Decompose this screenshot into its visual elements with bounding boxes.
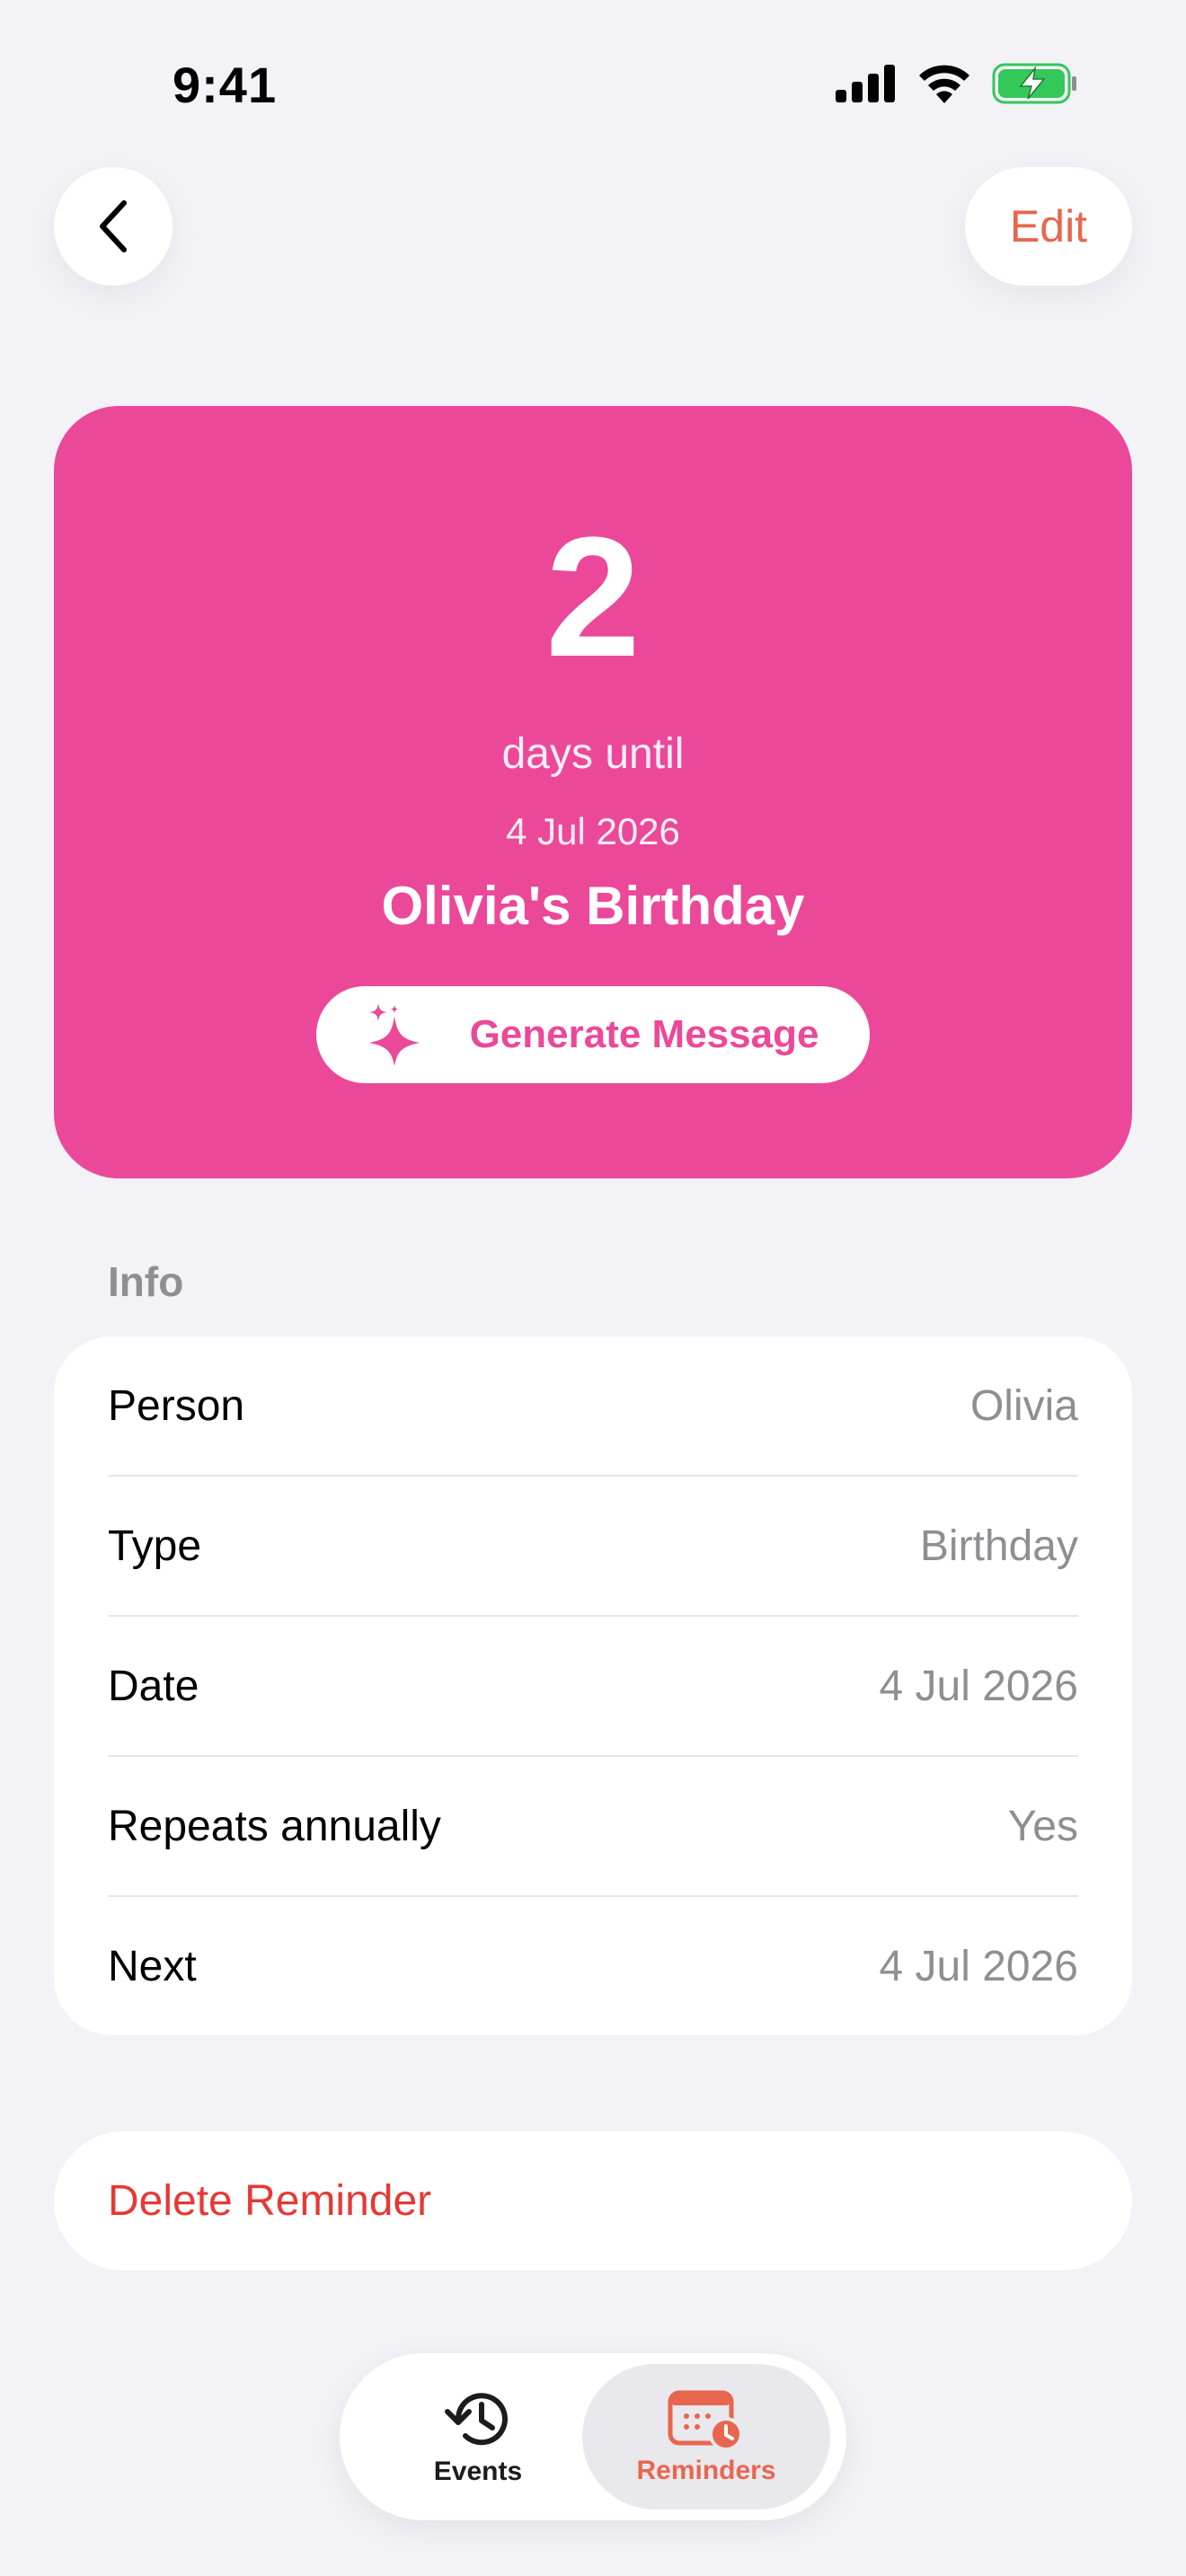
info-value: 4 Jul 2026 <box>879 1943 1078 1990</box>
back-button[interactable] <box>54 167 173 286</box>
tab-events[interactable]: Events <box>354 2364 602 2510</box>
wifi-icon <box>919 65 969 103</box>
info-row-next: Next 4 Jul 2026 <box>108 1897 1078 2036</box>
status-time: 9:41 <box>173 57 278 113</box>
status-bar: 9:41 <box>0 0 1186 171</box>
tab-reminders[interactable]: Reminders <box>582 2364 830 2510</box>
info-card: Person Olivia Type Birthday Date 4 Jul 2… <box>54 1337 1132 2035</box>
delete-reminder-button[interactable]: Delete Reminder <box>54 2131 1132 2271</box>
info-value: 4 Jul 2026 <box>879 1663 1078 1710</box>
info-row-repeats: Repeats annually Yes <box>108 1757 1078 1896</box>
tab-label: Events <box>433 2457 523 2486</box>
calendar-clock-icon <box>668 2390 743 2450</box>
status-icons <box>836 63 1078 104</box>
generate-message-label: Generate Message <box>469 1012 819 1056</box>
info-value: Birthday <box>919 1522 1078 1570</box>
info-label: Next <box>108 1943 197 1990</box>
days-until-label: days until <box>501 730 685 778</box>
generate-message-button[interactable]: Generate Message <box>316 986 870 1083</box>
history-clock-icon <box>445 2393 508 2446</box>
tab-bar: Events Reminders <box>340 2353 846 2520</box>
tab-label: Reminders <box>636 2456 776 2485</box>
info-section-header: Info <box>108 1258 184 1305</box>
info-row-type: Type Birthday <box>108 1477 1078 1616</box>
info-row-person: Person Olivia <box>108 1337 1078 1476</box>
info-value: Olivia <box>969 1382 1078 1430</box>
event-title: Olivia's Birthday <box>381 876 805 936</box>
info-label: Date <box>108 1663 199 1710</box>
info-value: Yes <box>1007 1803 1078 1850</box>
battery-charging-icon <box>992 63 1076 104</box>
days-count: 2 <box>545 502 641 693</box>
chevron-left-icon <box>100 200 127 252</box>
info-row-date: Date 4 Jul 2026 <box>108 1617 1078 1756</box>
event-date: 4 Jul 2026 <box>506 810 680 852</box>
edit-button[interactable]: Edit <box>965 167 1132 286</box>
info-label: Person <box>108 1382 245 1430</box>
info-label: Repeats annually <box>108 1803 441 1850</box>
info-label: Type <box>108 1522 202 1570</box>
sparkles-icon <box>368 1003 420 1066</box>
cellular-signal-icon <box>836 65 895 102</box>
